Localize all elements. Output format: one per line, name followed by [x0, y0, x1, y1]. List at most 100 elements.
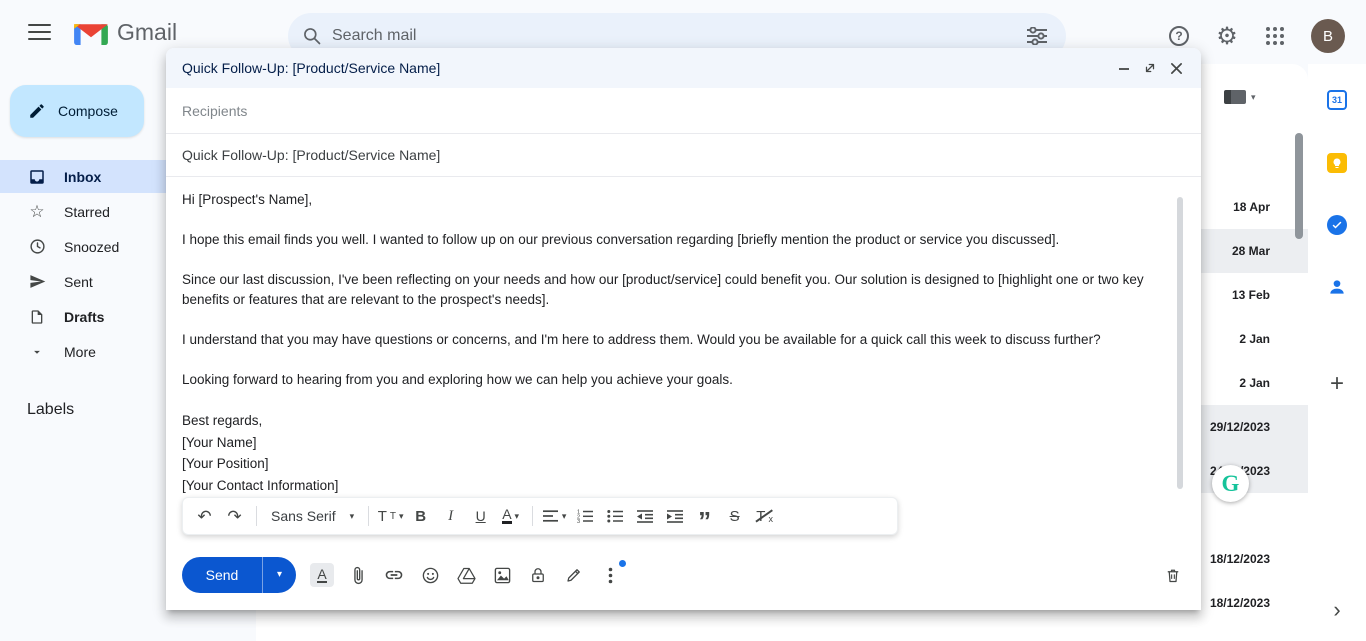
hide-side-panel-button[interactable]: › — [1317, 590, 1357, 630]
avatar-letter: B — [1322, 27, 1333, 45]
redo-button[interactable]: ↷ — [221, 503, 248, 529]
keep-button[interactable] — [1317, 143, 1357, 183]
indent-more-button[interactable] — [661, 503, 688, 529]
undo-button[interactable]: ↶ — [191, 503, 218, 529]
signature-line: Best regards, — [182, 413, 263, 428]
indent-less-icon — [636, 509, 653, 523]
insert-signature-button[interactable] — [562, 563, 586, 587]
chevron-down-icon: ▾ — [276, 569, 283, 580]
more-options-button[interactable] — [598, 560, 626, 587]
signature-line: [Your Position] — [182, 456, 269, 471]
mail-row-date: 18/12/2023 — [1209, 596, 1270, 610]
help-icon: ? — [1169, 26, 1189, 46]
attach-file-button[interactable] — [346, 563, 370, 587]
mail-row-date: 13 Feb — [1231, 288, 1270, 302]
mail-row-date: 28 Mar — [1231, 244, 1270, 258]
indent-more-icon — [666, 509, 683, 523]
confidential-mode-button[interactable] — [526, 563, 550, 587]
grammarly-badge[interactable]: G — [1212, 465, 1249, 502]
subject-value: Quick Follow-Up: [Product/Service Name] — [182, 147, 441, 163]
bold-icon: B — [415, 507, 427, 525]
svg-text:3: 3 — [577, 519, 580, 523]
quote-button[interactable]: ” — [691, 503, 718, 534]
indent-less-button[interactable] — [631, 503, 658, 529]
chevron-down-icon — [27, 345, 47, 359]
open-in-full-button[interactable] — [1137, 55, 1163, 81]
inbox-icon — [27, 168, 47, 186]
gmail-m-icon — [74, 24, 108, 45]
message-body[interactable]: Hi [Prospect's Name], I hope this email … — [166, 177, 1201, 497]
remove-formatting-x: x — [768, 514, 773, 524]
insert-toolbar: A — [310, 560, 626, 587]
recipients-field[interactable]: Recipients — [166, 88, 1201, 134]
contacts-button[interactable] — [1317, 267, 1357, 307]
body-paragraph: I hope this email finds you well. I want… — [182, 232, 1060, 247]
insert-link-button[interactable] — [382, 563, 406, 587]
recipients-placeholder: Recipients — [182, 102, 248, 119]
google-apps-button[interactable] — [1255, 16, 1295, 56]
close-icon — [1170, 62, 1182, 74]
formatting-options-icon: A — [317, 566, 327, 583]
chevron-right-icon: › — [1333, 597, 1341, 622]
compose-button[interactable]: Compose — [10, 85, 144, 137]
account-avatar[interactable]: B — [1311, 19, 1345, 53]
gmail-logo[interactable]: Gmail — [74, 17, 177, 47]
grammarly-g-icon: G — [1221, 470, 1240, 496]
minimize-button[interactable] — [1111, 55, 1137, 81]
formatting-options-button[interactable]: A — [310, 563, 334, 587]
sidebar-item-label: Starred — [64, 203, 110, 220]
text-color-button[interactable]: A ▾ — [497, 503, 524, 529]
settings-gear-icon: ⚙ — [1216, 22, 1238, 50]
mail-row-date: 2 Jan — [1239, 332, 1270, 346]
get-addons-button[interactable]: + — [1317, 364, 1357, 404]
underline-button[interactable]: U — [467, 503, 494, 529]
bold-button[interactable]: B — [407, 503, 434, 529]
body-paragraph: Looking forward to hearing from you and … — [182, 372, 733, 387]
align-button[interactable]: ▾ — [541, 503, 568, 529]
sidebar-item-label: Drafts — [64, 308, 105, 325]
calendar-button[interactable]: 31 — [1317, 80, 1357, 120]
compose-window-header[interactable]: Quick Follow-Up: [Product/Service Name] — [166, 48, 1201, 88]
font-family-select[interactable]: Sans Serif ▾ — [265, 508, 360, 524]
signature-line: [Your Name] — [182, 434, 257, 450]
numbered-list-button[interactable]: 123 — [571, 503, 598, 529]
insert-emoji-button[interactable] — [418, 563, 442, 587]
tune-filters-icon — [1027, 27, 1047, 45]
split-pane-toggle[interactable]: ▾ — [1224, 90, 1256, 104]
strikethrough-icon: S — [729, 507, 740, 525]
toolbar-divider — [532, 506, 534, 526]
sidebar-item-label: Sent — [64, 273, 93, 290]
pen-icon — [567, 569, 580, 582]
bulleted-list-button[interactable] — [601, 503, 628, 529]
mail-row-date: 2 Jan — [1239, 376, 1270, 390]
settings-button[interactable]: ⚙ — [1207, 16, 1247, 56]
list-scrollbar[interactable] — [1295, 133, 1303, 239]
text-color-icon: A — [502, 506, 512, 524]
sidebar-item-label: More — [64, 343, 96, 360]
body-paragraph: I understand that you may have questions… — [182, 332, 1101, 347]
subject-field[interactable]: Quick Follow-Up: [Product/Service Name] — [166, 134, 1201, 177]
toolbar-divider — [256, 506, 257, 526]
font-size-button[interactable]: TT ▾ — [377, 503, 404, 529]
strikethrough-button[interactable]: S — [721, 503, 748, 529]
chevron-down-icon: ▾ — [349, 510, 355, 521]
discard-draft-button[interactable] — [1161, 563, 1185, 587]
trash-icon — [1167, 569, 1179, 582]
mail-row-date: 18 Apr — [1233, 200, 1270, 214]
send-options-button[interactable]: ▾ — [262, 557, 296, 593]
lock-clock-icon — [532, 567, 544, 582]
remove-formatting-button[interactable]: Tx — [751, 503, 778, 529]
body-scrollbar[interactable] — [1177, 197, 1183, 489]
keep-icon — [1327, 153, 1347, 173]
clock-icon — [27, 238, 47, 255]
hamburger-menu-icon[interactable] — [27, 22, 52, 42]
help-question-glyph: ? — [1175, 29, 1183, 43]
insert-from-drive-button[interactable] — [454, 563, 478, 587]
underline-icon: U — [475, 508, 486, 524]
insert-photo-button[interactable] — [490, 563, 514, 587]
close-button[interactable] — [1163, 55, 1189, 81]
tasks-button[interactable] — [1317, 205, 1357, 245]
italic-button[interactable]: I — [437, 503, 464, 529]
minimize-icon — [1119, 68, 1129, 70]
send-button[interactable]: Send — [182, 557, 262, 593]
